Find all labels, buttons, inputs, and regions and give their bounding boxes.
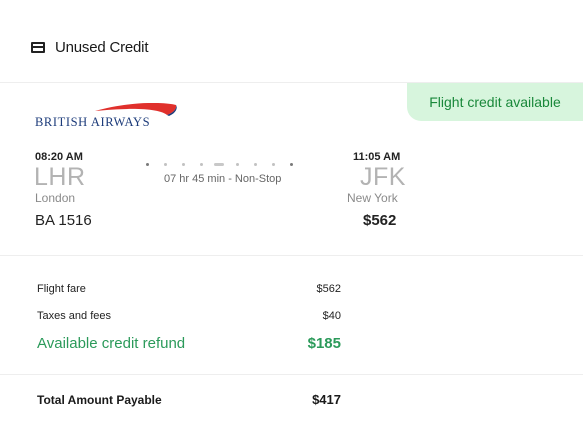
departure-time: 08:20 AM <box>35 151 83 163</box>
taxes-value: $40 <box>322 310 341 322</box>
unused-credit-header: Unused Credit <box>0 0 583 83</box>
route-dots <box>146 163 294 167</box>
flight-duration: 07 hr 45 min - Non-Stop <box>164 173 282 185</box>
british-airways-logo: BRITISH AIRWAYS <box>35 103 185 131</box>
flight-fare-value: $562 <box>316 283 341 295</box>
page-title: Unused Credit <box>55 39 149 56</box>
credit-card-icon <box>31 42 45 53</box>
available-credit-label: Available credit refund <box>37 335 186 352</box>
total-amount-label: Total Amount Payable <box>37 393 162 407</box>
total-amount-value: $417 <box>312 392 341 407</box>
arrival-time: 11:05 AM <box>353 151 401 163</box>
flight-number: BA 1516 <box>35 212 92 229</box>
arrival-airport-code: JFK <box>360 163 406 191</box>
taxes-label: Taxes and fees <box>37 310 111 322</box>
arrival-city: New York <box>347 191 398 205</box>
flight-card: Flight credit available BRITISH AIRWAYS … <box>0 83 583 256</box>
fare-breakdown: Flight fare $562 Taxes and fees $40 Avai… <box>0 256 583 375</box>
available-credit-value: $185 <box>307 335 341 352</box>
airline-name: BRITISH AIRWAYS <box>35 115 151 129</box>
departure-city: London <box>35 191 76 205</box>
flight-fare-label: Flight fare <box>37 283 86 295</box>
flight-price: $562 <box>363 212 397 229</box>
departure-airport-code: LHR <box>34 163 86 191</box>
flight-credit-badge: Flight credit available <box>407 83 583 121</box>
